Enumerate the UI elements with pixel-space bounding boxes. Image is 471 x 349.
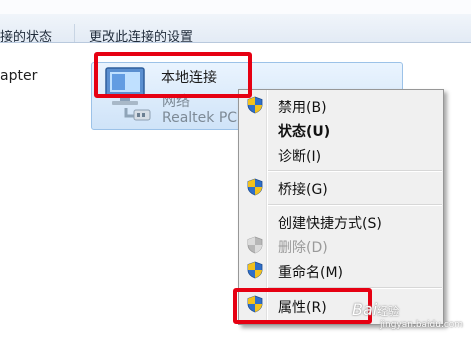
watermark-sub: 经验: [377, 305, 400, 318]
watermark: Bai经验: [352, 300, 399, 319]
shield-icon: [247, 236, 263, 254]
watermark-text: Bai: [352, 300, 378, 319]
shield-icon: [247, 96, 263, 114]
menu-item-disable[interactable]: 禁用(B): [278, 97, 327, 117]
menu-item-create-shortcut[interactable]: 创建快捷方式(S): [278, 213, 382, 233]
command-bar: [0, 0, 471, 43]
command-bar-top-strip: [0, 0, 471, 14]
change-connection-settings-button[interactable]: 更改此连接的设置: [89, 26, 193, 45]
menu-item-rename[interactable]: 重命名(M): [278, 262, 343, 282]
adjacent-adapter-label: apter: [0, 68, 38, 84]
menu-item-status[interactable]: 状态(U): [278, 121, 330, 141]
watermark-url: jingyan.baidu.com: [380, 320, 464, 330]
toolbar-divider: [74, 24, 75, 42]
menu-item-delete: 删除(D): [278, 240, 328, 256]
menu-item-bridge[interactable]: 桥接(G): [278, 179, 328, 199]
shield-icon: [247, 261, 263, 279]
shield-icon: [247, 178, 263, 196]
menu-separator: [268, 170, 442, 172]
view-connection-status-button[interactable]: 接的状态: [0, 26, 52, 45]
adapter-device-label: Realtek PC: [162, 110, 238, 126]
menu-separator: [268, 204, 442, 206]
highlight-box-adapter: [94, 52, 252, 98]
menu-item-diagnose[interactable]: 诊断(I): [278, 146, 321, 166]
